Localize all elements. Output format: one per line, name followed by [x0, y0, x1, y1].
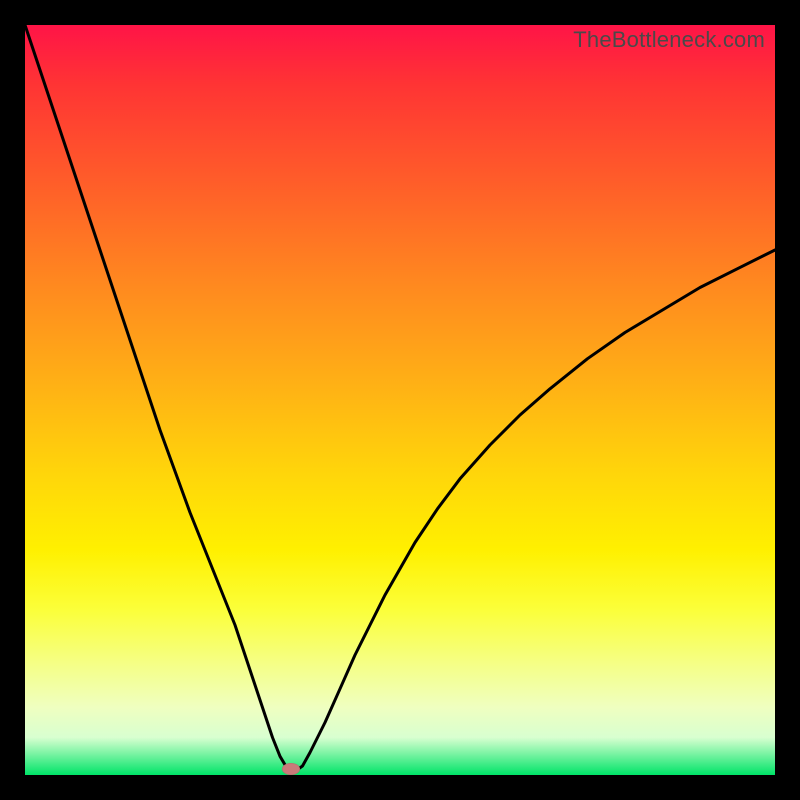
- plot-area: TheBottleneck.com: [25, 25, 775, 775]
- chart-frame: TheBottleneck.com: [0, 0, 800, 800]
- curve-path: [25, 25, 775, 771]
- bottleneck-curve: [25, 25, 775, 775]
